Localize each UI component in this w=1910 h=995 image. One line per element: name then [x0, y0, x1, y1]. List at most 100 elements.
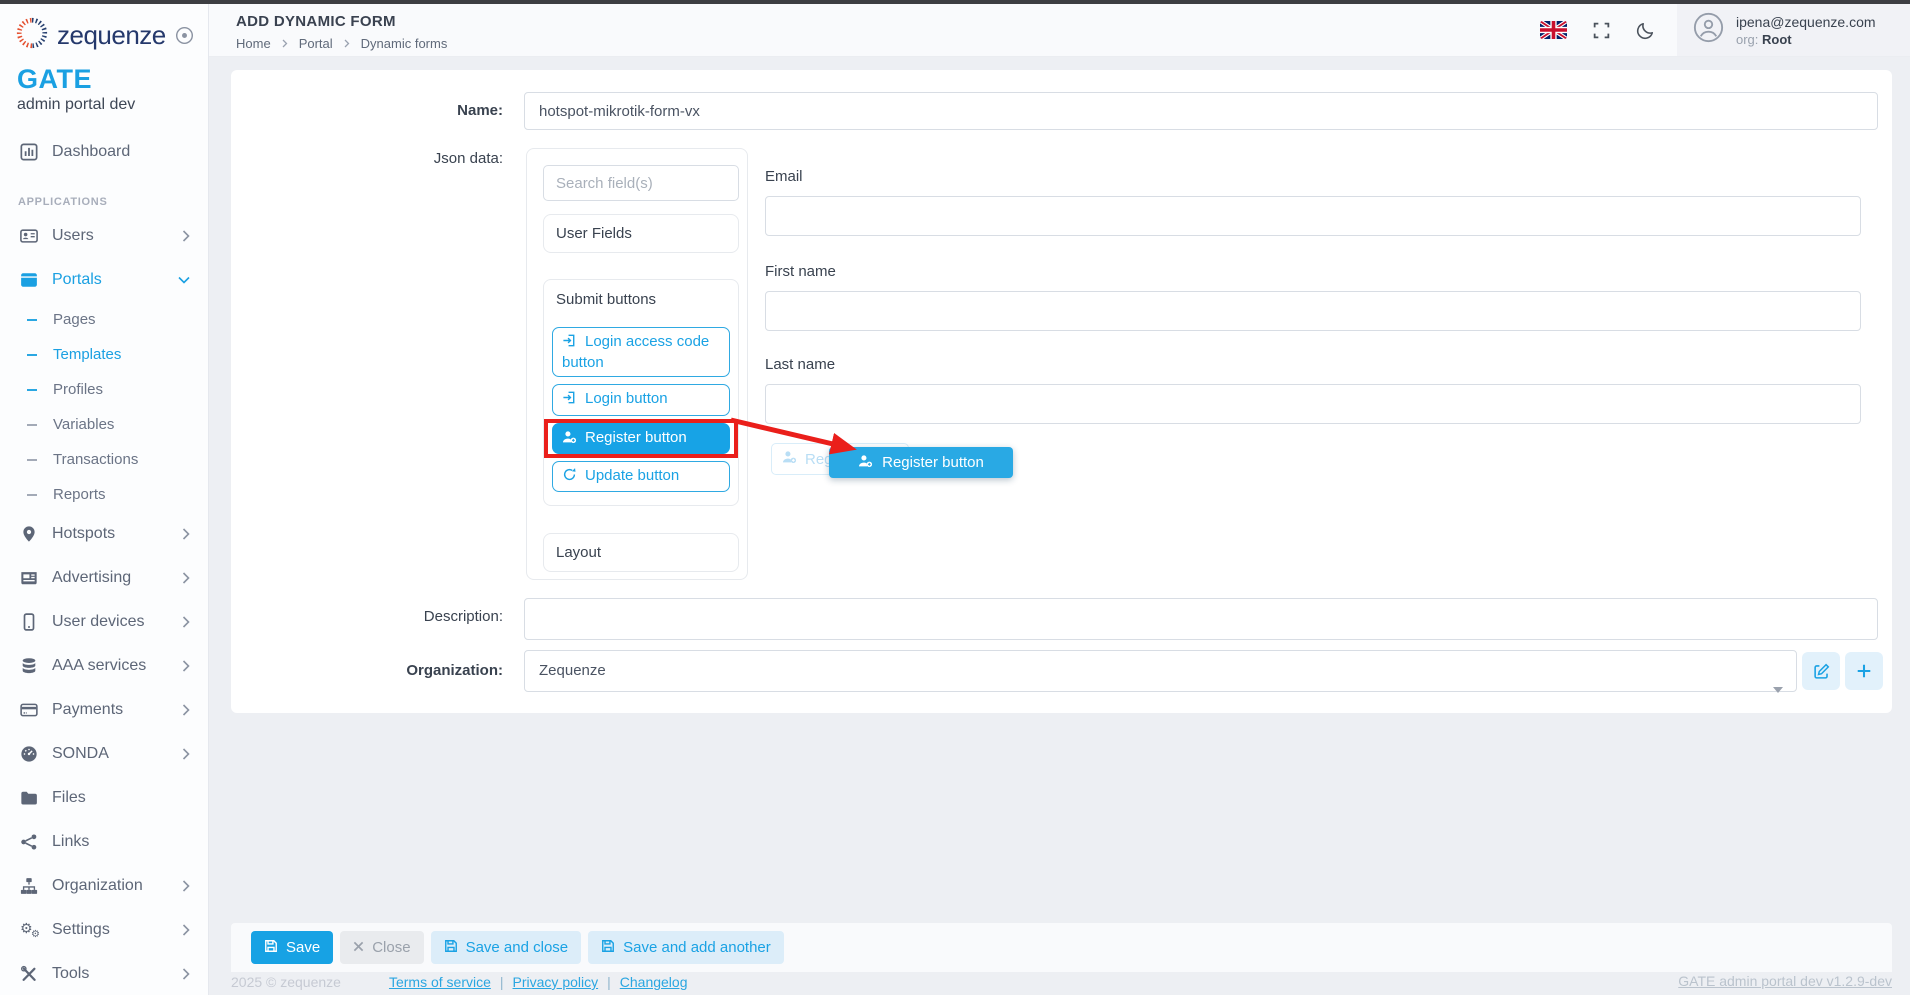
sidebar-item-files[interactable]: Files	[0, 776, 208, 820]
sidebar-item-transactions[interactable]: Transactions	[0, 442, 208, 477]
sidebar-item-label: SONDA	[52, 745, 109, 763]
name-input[interactable]	[524, 92, 1878, 130]
link-separator: |	[500, 974, 504, 990]
preview-email-input[interactable]	[765, 196, 1861, 236]
palette-group-layout[interactable]: Layout	[543, 533, 739, 572]
organization-select[interactable]: Zequenze	[524, 650, 1797, 692]
window-icon	[19, 271, 39, 289]
close-x-icon	[353, 939, 364, 956]
fullscreen-icon[interactable]	[1592, 21, 1611, 40]
save-and-close-button[interactable]: Save and close	[431, 931, 582, 964]
sidebar-item-tools[interactable]: Tools	[0, 952, 208, 995]
map-pin-icon	[19, 525, 39, 543]
sidebar-subitem-label: Templates	[53, 346, 121, 363]
group-label: Layout	[556, 544, 601, 561]
sidebar-item-hotspots[interactable]: Hotspots	[0, 512, 208, 556]
app-version-link[interactable]: GATE admin portal dev v1.2.9-dev	[1678, 973, 1892, 989]
button-label: Save and add another	[623, 939, 771, 956]
person-plus-icon	[782, 450, 797, 468]
changelog-link[interactable]: Changelog	[620, 974, 688, 990]
sidebar-item-label: Organization	[52, 877, 143, 895]
sidebar-item-variables[interactable]: Variables	[0, 407, 208, 442]
sign-in-icon	[562, 390, 577, 410]
sidebar-item-profiles[interactable]: Profiles	[0, 372, 208, 407]
refresh-icon	[562, 467, 577, 487]
sidebar-item-aaa-services[interactable]: AAA services	[0, 644, 208, 688]
palette-login-access-code-button[interactable]: Login access code button	[552, 327, 730, 377]
chevron-right-icon	[182, 616, 190, 628]
palette-login-button[interactable]: Login button	[552, 384, 730, 415]
org-label: org:	[1736, 32, 1758, 47]
chevron-right-icon	[182, 924, 190, 936]
sidebar-item-organization[interactable]: Organization	[0, 864, 208, 908]
sidebar-toggle-icon[interactable]	[175, 26, 194, 45]
chevron-right-icon	[182, 704, 190, 716]
organization-add-button[interactable]	[1845, 652, 1883, 690]
chevron-right-icon	[182, 230, 190, 242]
chevron-right-icon	[182, 968, 190, 980]
add-dynamic-form-panel: Name: Json data: User Fields Submit butt…	[231, 70, 1892, 713]
sidebar-item-advertising[interactable]: Advertising	[0, 556, 208, 600]
save-and-add-another-button[interactable]: Save and add another	[588, 931, 784, 964]
newspaper-icon	[19, 569, 39, 587]
sidebar-item-sonda[interactable]: SONDA	[0, 732, 208, 776]
palette-search-input[interactable]	[543, 165, 739, 201]
sidebar-item-reports[interactable]: Reports	[0, 477, 208, 512]
language-flag-icon[interactable]	[1540, 21, 1567, 39]
footer: 2025 © zequenze Terms of service | Priva…	[231, 974, 688, 990]
sidebar-item-links[interactable]: Links	[0, 820, 208, 864]
sidebar-item-user-devices[interactable]: User devices	[0, 600, 208, 644]
sidebar-item-templates[interactable]: Templates	[0, 337, 208, 372]
chevron-right-icon	[344, 39, 350, 48]
breadcrumb-home[interactable]: Home	[236, 36, 271, 51]
close-button[interactable]: Close	[340, 931, 423, 964]
preview-first-name-input[interactable]	[765, 291, 1861, 331]
gauge-icon	[19, 745, 39, 763]
brand-logo-text: zequenze	[57, 20, 166, 51]
floppy-disk-icon	[601, 939, 615, 957]
user-menu[interactable]: ipena@zequenze.com org: Root	[1677, 4, 1910, 56]
sidebar-item-pages[interactable]: Pages	[0, 302, 208, 337]
sidebar-item-portals[interactable]: Portals	[0, 258, 208, 302]
dragged-button-label: Register button	[882, 454, 984, 471]
dragged-register-button[interactable]: Register button	[829, 447, 1013, 478]
save-button[interactable]: Save	[251, 931, 333, 964]
user-meta: ipena@zequenze.com org: Root	[1736, 14, 1876, 47]
sidebar-item-payments[interactable]: Payments	[0, 688, 208, 732]
organization-edit-button[interactable]	[1802, 652, 1840, 690]
sidebar-subitem-label: Variables	[53, 416, 114, 433]
privacy-policy-link[interactable]: Privacy policy	[513, 974, 599, 990]
palette-register-button[interactable]: Register button	[552, 423, 730, 454]
palette-update-button[interactable]: Update button	[552, 461, 730, 492]
breadcrumb-portal[interactable]: Portal	[299, 36, 333, 51]
mobile-icon	[19, 613, 39, 631]
sidebar-item-users[interactable]: Users	[0, 214, 208, 258]
preview-last-name-input[interactable]	[765, 384, 1861, 424]
palette-group-user-fields[interactable]: User Fields	[543, 214, 739, 253]
sidebar-item-label: Dashboard	[52, 143, 130, 161]
group-label: User Fields	[556, 225, 632, 242]
form-preview-canvas: Email First name Last name	[765, 168, 1861, 448]
sidebar-item-label: Files	[52, 789, 86, 807]
sidebar-subitem-label: Pages	[53, 311, 96, 328]
palette-button-label: Update button	[585, 467, 679, 484]
person-plus-icon	[858, 454, 873, 472]
sidebar-item-label: Users	[52, 227, 94, 245]
sidebar-nav: Dashboard APPLICATIONS Users Portals Pag…	[0, 130, 208, 995]
sidebar-subitem-label: Reports	[53, 486, 106, 503]
sidebar-item-dashboard[interactable]: Dashboard	[0, 130, 208, 174]
preview-email-label: Email	[765, 168, 803, 185]
description-input[interactable]	[524, 598, 1878, 640]
sidebar-item-settings[interactable]: ⚙⚙ Settings	[0, 908, 208, 952]
sidebar-portals-submenu: Pages Templates Profiles Variables Trans…	[0, 302, 208, 512]
button-label: Save	[286, 939, 320, 956]
sidebar-item-label: Portals	[52, 271, 102, 289]
dash-icon	[27, 319, 37, 321]
group-header[interactable]: Submit buttons	[552, 291, 730, 320]
palette-button-label: Register button	[585, 429, 687, 446]
window-top-strip	[0, 0, 1910, 4]
terms-of-service-link[interactable]: Terms of service	[389, 974, 491, 990]
id-card-icon	[19, 227, 39, 245]
dash-icon	[27, 494, 37, 496]
dark-mode-moon-icon[interactable]	[1636, 21, 1655, 40]
